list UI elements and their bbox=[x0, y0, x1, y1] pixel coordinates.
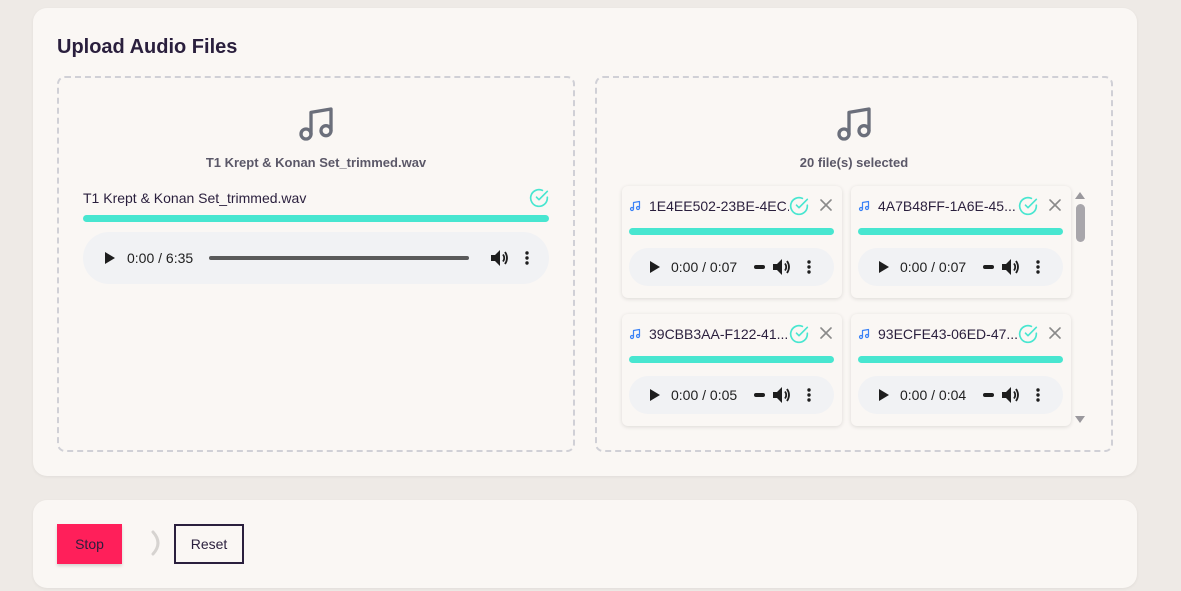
loading-spinner-icon bbox=[151, 530, 160, 556]
upload-progress-bar bbox=[83, 215, 549, 222]
upload-progress-bar bbox=[858, 228, 1063, 235]
dropzone-caption: T1 Krept & Konan Set_trimmed.wav bbox=[205, 155, 427, 170]
player-time: 0:00 / 0:05 bbox=[671, 387, 738, 403]
volume-icon[interactable] bbox=[773, 259, 791, 275]
upload-progress-bar bbox=[858, 356, 1063, 363]
audio-player: 0:00 / 6:35 bbox=[83, 232, 549, 284]
play-icon[interactable] bbox=[105, 252, 115, 264]
more-options-icon[interactable] bbox=[525, 251, 529, 265]
player-time: 0:00 / 0:07 bbox=[671, 259, 738, 275]
music-note-icon bbox=[629, 200, 641, 212]
check-circle-icon bbox=[1018, 196, 1038, 216]
audio-player: 0:00 / 0:07 bbox=[858, 248, 1063, 286]
file-card: 4A7B48FF-1A6E-45... 0:00 / 0:07 bbox=[851, 186, 1071, 298]
play-icon[interactable] bbox=[879, 261, 889, 273]
close-icon[interactable] bbox=[820, 327, 832, 339]
check-circle-icon bbox=[1018, 324, 1038, 344]
volume-icon[interactable] bbox=[773, 387, 791, 403]
upload-progress-bar bbox=[629, 228, 834, 235]
seek-bar[interactable] bbox=[983, 393, 995, 397]
file-name: 1E4EE502-23BE-4EC... bbox=[649, 198, 789, 214]
audio-player: 0:00 / 0:07 bbox=[629, 248, 834, 286]
close-icon[interactable] bbox=[1049, 327, 1061, 339]
volume-icon[interactable] bbox=[1002, 387, 1020, 403]
more-options-icon[interactable] bbox=[1036, 260, 1040, 274]
file-row: T1 Krept & Konan Set_trimmed.wav bbox=[83, 188, 549, 208]
scroll-up-arrow-icon[interactable] bbox=[1075, 192, 1085, 199]
volume-icon[interactable] bbox=[1002, 259, 1020, 275]
more-options-icon[interactable] bbox=[807, 388, 811, 402]
scroll-down-arrow-icon[interactable] bbox=[1075, 416, 1085, 423]
seek-bar[interactable] bbox=[754, 393, 766, 397]
audio-player: 0:00 / 0:05 bbox=[629, 376, 834, 414]
file-name: 93ECFE43-06ED-47... bbox=[878, 326, 1018, 342]
music-note-icon bbox=[858, 328, 870, 340]
reset-button[interactable]: Reset bbox=[174, 524, 244, 564]
file-name: 39CBB3AA-F122-41... bbox=[649, 326, 789, 342]
more-options-icon[interactable] bbox=[1036, 388, 1040, 402]
close-icon[interactable] bbox=[820, 199, 832, 211]
file-name: T1 Krept & Konan Set_trimmed.wav bbox=[83, 190, 307, 206]
upload-progress-bar bbox=[629, 356, 834, 363]
scrollbar-thumb[interactable] bbox=[1076, 204, 1085, 242]
play-icon[interactable] bbox=[650, 261, 660, 273]
seek-bar[interactable] bbox=[754, 265, 766, 269]
player-time: 0:00 / 0:07 bbox=[900, 259, 967, 275]
single-file-dropzone[interactable]: T1 Krept & Konan Set_trimmed.wav T1 Krep… bbox=[57, 76, 575, 452]
seek-bar[interactable] bbox=[983, 265, 995, 269]
stop-button[interactable]: Stop bbox=[57, 524, 122, 564]
music-note-icon bbox=[629, 328, 641, 340]
player-time: 0:00 / 0:04 bbox=[900, 387, 967, 403]
more-options-icon[interactable] bbox=[807, 260, 811, 274]
file-card: 39CBB3AA-F122-41... 0:00 / 0:05 bbox=[622, 314, 842, 426]
music-note-icon bbox=[858, 200, 870, 212]
play-icon[interactable] bbox=[879, 389, 889, 401]
music-note-icon bbox=[837, 107, 871, 141]
upload-card: Upload Audio Files T1 Krept & Konan Set_… bbox=[33, 8, 1137, 476]
audio-player: 0:00 / 0:04 bbox=[858, 376, 1063, 414]
close-icon[interactable] bbox=[1049, 199, 1061, 211]
check-circle-icon bbox=[789, 196, 809, 216]
file-name: 4A7B48FF-1A6E-45... bbox=[878, 198, 1016, 214]
multi-file-dropzone[interactable]: 20 file(s) selected 1E4EE502-23BE-4EC...… bbox=[595, 76, 1113, 452]
check-circle-icon bbox=[789, 324, 809, 344]
controls-card: Stop Reset bbox=[33, 500, 1137, 588]
play-icon[interactable] bbox=[650, 389, 660, 401]
file-card: 93ECFE43-06ED-47... 0:00 / 0:04 bbox=[851, 314, 1071, 426]
volume-icon[interactable] bbox=[491, 250, 509, 266]
file-card: 1E4EE502-23BE-4EC... 0:00 / 0:07 bbox=[622, 186, 842, 298]
check-circle-icon bbox=[529, 188, 549, 208]
player-time: 0:00 / 6:35 bbox=[127, 250, 194, 266]
files-selected-caption: 20 file(s) selected bbox=[799, 155, 909, 170]
seek-bar[interactable] bbox=[209, 256, 469, 260]
upload-title: Upload Audio Files bbox=[57, 36, 238, 58]
music-note-icon bbox=[299, 107, 333, 141]
